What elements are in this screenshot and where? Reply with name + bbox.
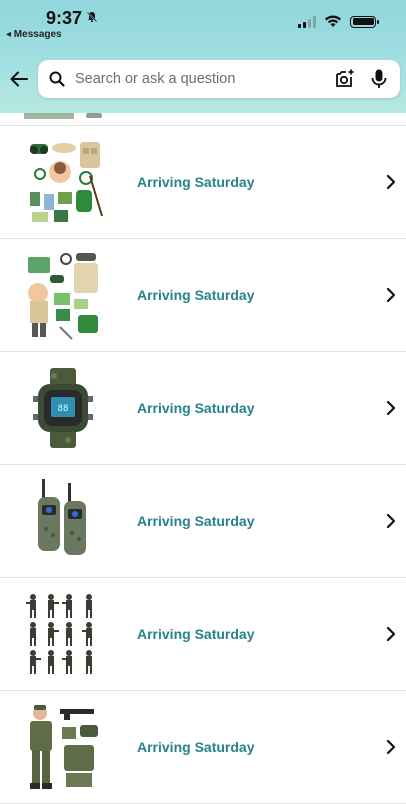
bell-muted-icon: [86, 11, 98, 26]
chevron-right-icon[interactable]: [385, 626, 397, 642]
product-thumbnail: [24, 588, 104, 680]
cellular-signal-icon: [298, 15, 316, 28]
status-time: 9:37: [46, 8, 98, 29]
order-list: Arriving Saturday Arriving Saturday 88 A…: [0, 113, 406, 804]
chevron-right-icon[interactable]: [385, 287, 397, 303]
product-thumbnail: [24, 701, 104, 793]
delivery-status: Arriving Saturday: [137, 513, 255, 529]
list-item[interactable]: Arriving Saturday: [0, 691, 406, 804]
product-thumbnail: 88: [24, 362, 104, 454]
chevron-right-icon[interactable]: [385, 174, 397, 190]
svg-text:88: 88: [58, 404, 69, 414]
list-item[interactable]: 88 Arriving Saturday: [0, 352, 406, 465]
list-item[interactable]: Arriving Saturday: [0, 465, 406, 578]
previous-item-edge: [0, 113, 406, 126]
clock: 9:37: [46, 8, 83, 28]
chevron-right-icon[interactable]: [385, 400, 397, 416]
status-indicators: [298, 15, 379, 28]
list-item[interactable]: Arriving Saturday: [0, 239, 406, 352]
chevron-right-icon[interactable]: [385, 739, 397, 755]
microphone-icon[interactable]: [370, 68, 388, 90]
delivery-status: Arriving Saturday: [137, 174, 255, 190]
app-header: 9:37 ◂ Messages Search or ask a question: [0, 0, 406, 113]
search-input[interactable]: Search or ask a question: [75, 71, 334, 87]
delivery-status: Arriving Saturday: [137, 287, 255, 303]
product-thumbnail: [24, 136, 104, 228]
back-arrow-icon[interactable]: [8, 68, 30, 90]
delivery-status: Arriving Saturday: [137, 626, 255, 642]
search-bar[interactable]: Search or ask a question: [38, 60, 400, 98]
product-thumbnail: [24, 475, 104, 567]
delivery-status: Arriving Saturday: [137, 739, 255, 755]
camera-search-icon[interactable]: [334, 68, 356, 90]
battery-icon: [350, 15, 379, 28]
list-item[interactable]: Arriving Saturday: [0, 126, 406, 239]
chevron-right-icon[interactable]: [385, 513, 397, 529]
search-icon: [49, 71, 65, 87]
list-item[interactable]: Arriving Saturday: [0, 578, 406, 691]
back-to-messages-link[interactable]: ◂ Messages: [6, 29, 62, 40]
delivery-status: Arriving Saturday: [137, 400, 255, 416]
product-thumbnail: [24, 249, 104, 341]
wifi-icon: [325, 15, 341, 27]
